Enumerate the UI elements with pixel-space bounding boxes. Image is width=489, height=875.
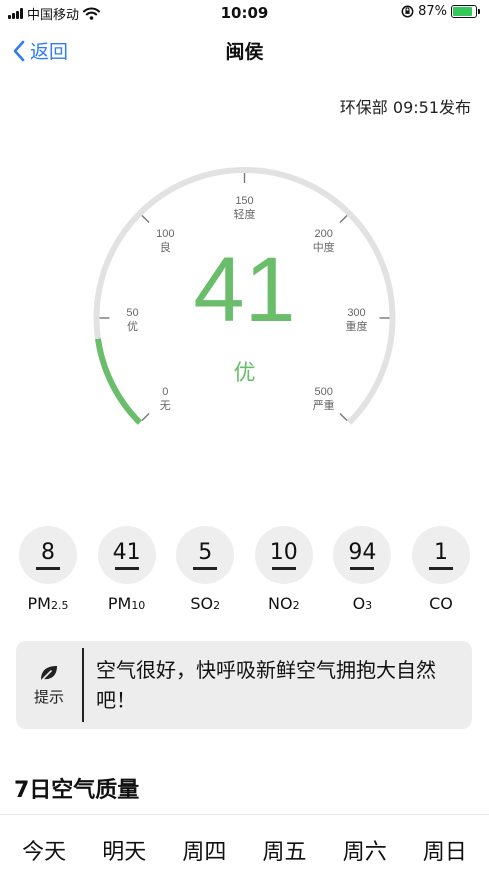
gauge-tick-label: 无 [160, 399, 171, 412]
pollutant-value-circle: 1 [411, 526, 470, 584]
pollutant-underline [428, 567, 453, 570]
pollutant-name: NO2 [268, 594, 300, 613]
day-tab-saturday[interactable]: 周六 [343, 834, 387, 866]
gauge-tick-value: 200 [315, 228, 333, 240]
pollutant-value-circle: 94 [333, 526, 392, 584]
pollutant-pm25[interactable]: 8 PM2.5 [16, 526, 80, 613]
pollutant-name: PM10 [107, 594, 146, 613]
tip-badge: 提示 [16, 641, 82, 729]
pollutant-underline [114, 567, 139, 570]
gauge-tick-value: 100 [156, 228, 174, 240]
tip-label: 提示 [33, 687, 64, 706]
gauge-tick-label: 轻度 [234, 207, 256, 221]
pollutant-underline [350, 567, 375, 570]
pollutant-value: 5 [198, 539, 213, 565]
pollutant-value: 94 [348, 539, 377, 565]
day-tab-tomorrow[interactable]: 明天 [102, 834, 146, 866]
gauge-tick [141, 214, 150, 224]
week-title: 7日空气质量 [14, 778, 140, 803]
tip-text: 空气很好，快呼吸新鲜空气拥抱大自然吧！ [96, 658, 436, 712]
section-divider [0, 814, 489, 815]
gauge-tick [339, 214, 348, 224]
page-title: 闽侯 [225, 41, 264, 63]
pollutant-list: 8 PM2.5 41 PM10 5 SO2 10 NO2 94 O3 1 CO [16, 526, 473, 613]
pollutant-value-circle: 10 [254, 526, 313, 584]
pollutant-value: 41 [112, 539, 141, 565]
pollutant-o3[interactable]: 94 O3 [330, 526, 394, 613]
nav-bar: 返回 闽侯 [0, 26, 489, 74]
gauge-tick [339, 412, 348, 422]
pollutant-value-circle: 41 [97, 526, 156, 584]
battery-icon [451, 5, 480, 18]
day-tab-thursday[interactable]: 周四 [182, 834, 226, 866]
pollutant-underline [193, 567, 218, 570]
pollutant-value-circle: 5 [176, 526, 235, 584]
aqi-level: 优 [233, 361, 256, 386]
orientation-lock-icon [401, 5, 414, 18]
battery-percent: 87% [418, 4, 447, 19]
pollutant-co[interactable]: 1 CO [409, 526, 473, 613]
day-tabs: 今天 明天 周四 周五 周六 周日 [0, 834, 489, 866]
pollutant-name: O3 [352, 594, 373, 613]
pollutant-so2[interactable]: 5 SO2 [173, 526, 237, 613]
pollutant-value: 8 [41, 539, 55, 565]
pollutant-value: 1 [433, 539, 448, 565]
tip-divider [82, 648, 84, 722]
gauge-tick-value: 500 [315, 386, 333, 398]
day-tab-today[interactable]: 今天 [22, 834, 66, 866]
pollutant-name: SO2 [190, 594, 221, 613]
gauge-tick-label: 严重 [313, 398, 335, 412]
day-tab-sunday[interactable]: 周日 [423, 834, 467, 866]
pollutant-underline [36, 567, 60, 570]
leaf-icon [41, 665, 57, 681]
pollutant-value-circle: 8 [19, 526, 77, 584]
gauge-tick-value: 150 [235, 195, 253, 207]
status-right: 87% [401, 4, 480, 19]
tip-card: 提示 空气很好，快呼吸新鲜空气拥抱大自然吧！ [16, 641, 472, 729]
day-tab-friday[interactable]: 周五 [263, 834, 307, 866]
publish-info: 环保部 09:51发布 [339, 98, 471, 117]
gauge-tick [141, 412, 150, 422]
aqi-value: 41 [193, 239, 296, 341]
pollutant-name: PM2.5 [27, 594, 69, 613]
pollutant-no2[interactable]: 10 NO2 [252, 526, 316, 613]
pollutant-value: 10 [269, 539, 298, 565]
gauge-tick-value: 0 [162, 386, 168, 398]
status-bar: 中国移动 10:09 87% [0, 0, 489, 26]
pollutant-name: CO [429, 594, 453, 613]
pollutant-underline [271, 567, 296, 570]
pollutant-pm10[interactable]: 41 PM10 [95, 526, 159, 613]
